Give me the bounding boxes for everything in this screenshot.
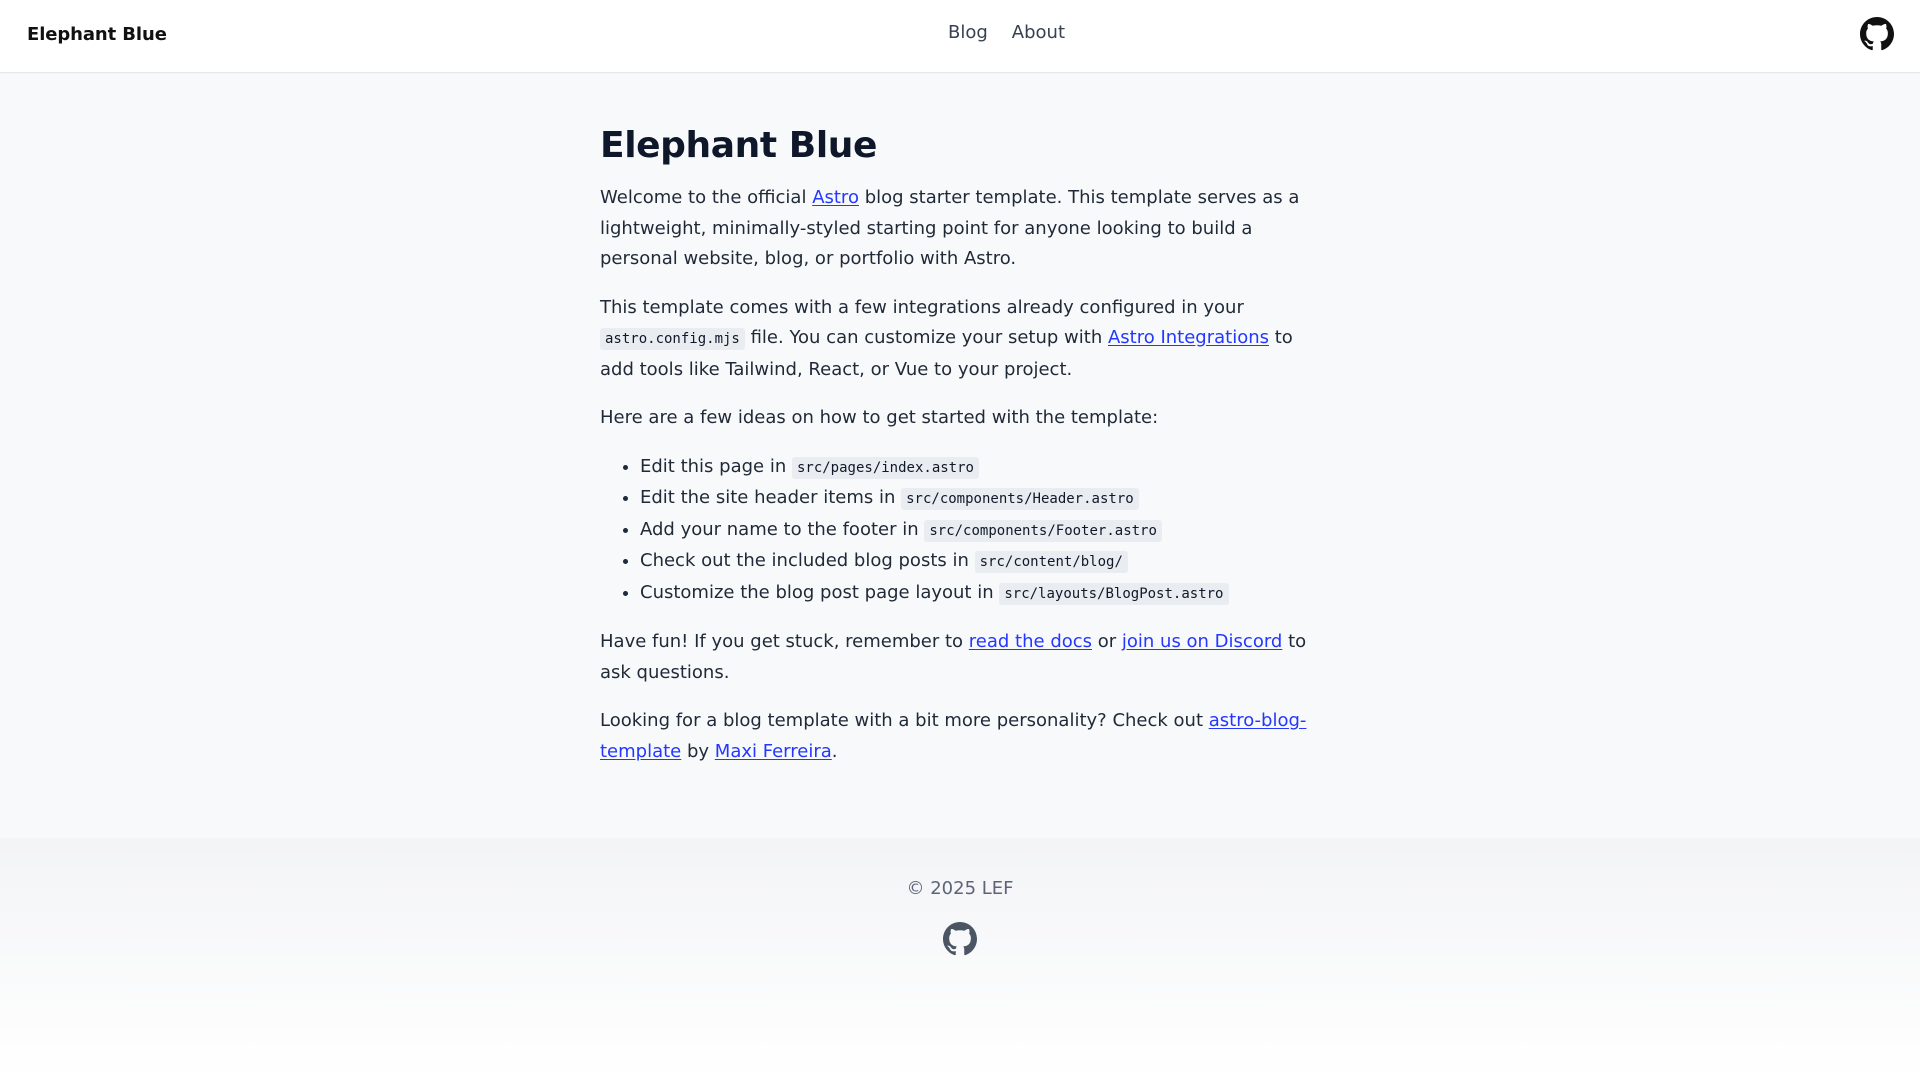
main-nav: Blog About [948,22,1065,43]
idea-code: src/components/Header.astro [901,488,1139,510]
idea-code: src/pages/index.astro [791,456,979,479]
help-text-1: Have fun! If you get stuck, remember to [600,631,969,652]
idea-text: Edit this page in [640,455,792,477]
intro-paragraph: Welcome to the official Astro blog start… [600,183,1320,275]
idea-code: src/content/blog/ [974,551,1128,573]
astro-integrations-link[interactable]: Astro Integrations [1108,327,1269,348]
maxi-ferreira-link[interactable]: Maxi Ferreira [715,741,832,762]
idea-code: src/components/Footer.astro [924,519,1162,542]
help-paragraph: Have fun! If you get stuck, remember to … [600,627,1320,688]
idea-text: Edit the site header items in [640,487,902,508]
idea-text: Check out the included blog posts in [640,550,975,571]
config-file-code: astro.config.mjs [600,328,745,350]
discord-link[interactable]: join us on Discord [1122,631,1282,652]
site-footer: © 2025 LEF [0,838,1920,1080]
page-title: Elephant Blue [600,125,878,166]
personality-paragraph: Looking for a blog template with a bit m… [600,706,1320,767]
github-link[interactable] [1860,17,1894,51]
ideas-heading: Here are a few ideas on how to get start… [600,407,1159,428]
list-item: Check out the included blog posts in src… [640,546,1320,578]
site-brand-link[interactable]: Elephant Blue [27,24,167,45]
idea-text: Add your name to the footer in [640,518,925,540]
help-text-2: or [1092,631,1122,652]
main-content: Elephant Blue Welcome to the official As… [600,73,1320,767]
personality-text-2: by [681,740,715,762]
idea-text: Customize the blog post page layout in [640,581,1000,603]
footer-github-link[interactable] [943,922,977,956]
intro-text-1: Welcome to the official [600,187,813,208]
integrations-paragraph: This template comes with a few integrati… [600,293,1320,386]
astro-link[interactable]: Astro [812,187,859,208]
nav-link-blog[interactable]: Blog [948,22,988,43]
integrations-text-1: This template comes with a few integrati… [600,296,1244,318]
ideas-list: Edit this page in src/pages/index.astro … [600,452,1320,610]
list-item: Customize the blog post page layout in s… [640,578,1320,610]
copyright-text: © 2025 LEF [906,878,1014,899]
github-icon [1860,17,1894,51]
nav-link-about[interactable]: About [1012,22,1065,43]
list-item: Add your name to the footer in src/compo… [640,515,1320,547]
read-docs-link[interactable]: read the docs [969,631,1092,652]
list-item: Edit this page in src/pages/index.astro [640,452,1320,484]
list-item: Edit the site header items in src/compon… [640,483,1320,515]
idea-code: src/layouts/BlogPost.astro [999,582,1229,605]
integrations-text-2: file. You can customize your setup with [744,327,1108,348]
personality-text-3: . [831,740,838,762]
personality-text-1: Looking for a blog template with a bit m… [600,710,1209,731]
site-header: Elephant Blue Blog About [0,0,1920,73]
github-icon [943,922,977,956]
